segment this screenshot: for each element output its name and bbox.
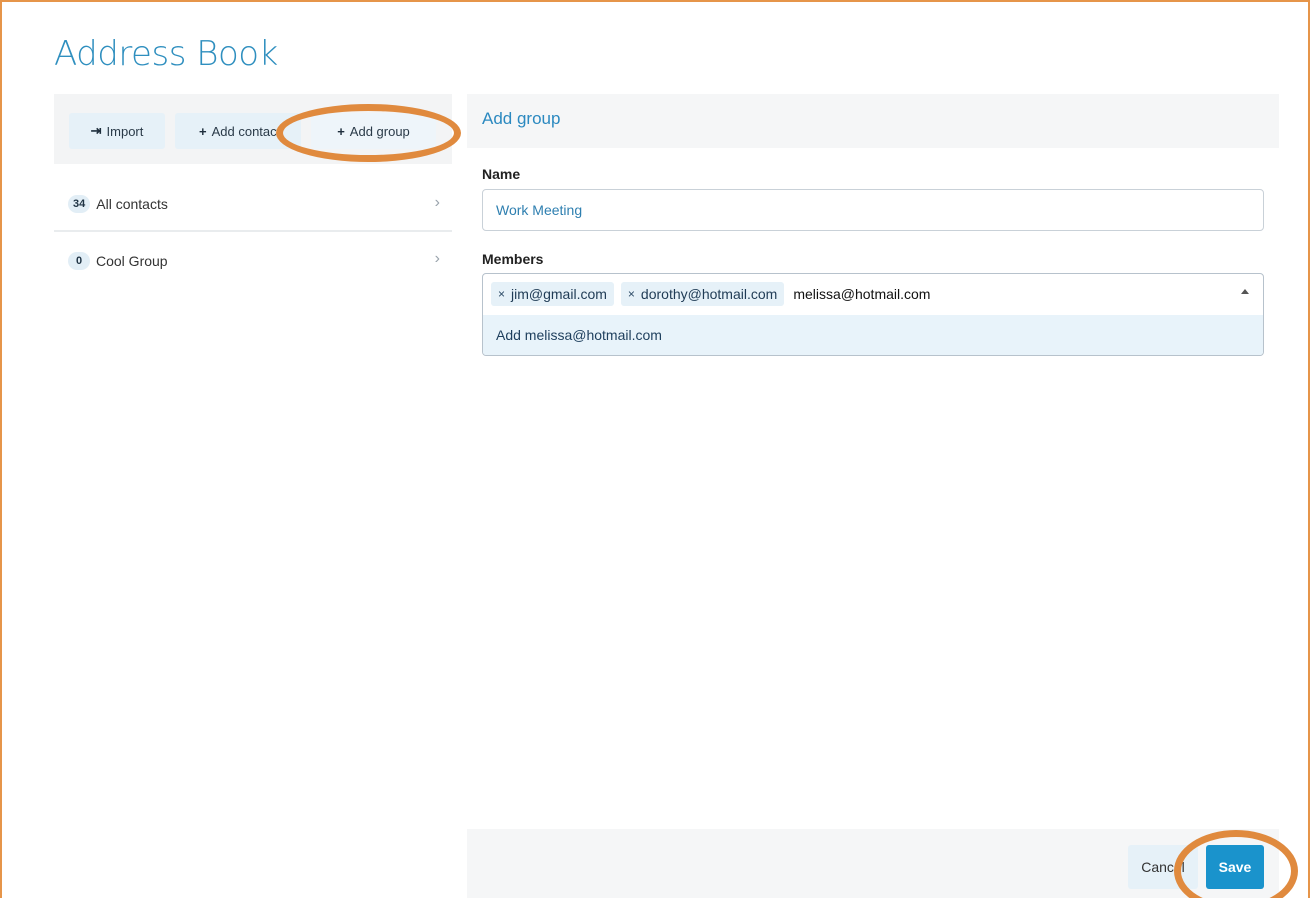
sidebar-item-cool-group[interactable]: 0 Cool Group › (54, 234, 452, 288)
members-tags: × jim@gmail.com × dorothy@hotmail.com me… (483, 274, 1263, 314)
count-badge: 34 (68, 195, 91, 213)
sidebar-item-label: Cool Group (96, 253, 168, 269)
contacts-sidebar: ⇥ Import + Add contact + Add group 34 Al… (54, 94, 452, 898)
member-tag: × dorothy@hotmail.com (620, 282, 785, 306)
remove-tag-icon[interactable]: × (498, 287, 505, 301)
cancel-button[interactable]: Cancel (1128, 845, 1198, 889)
add-contact-button[interactable]: + Add contact (175, 113, 301, 149)
save-button[interactable]: Save (1206, 845, 1264, 889)
chevron-right-icon: › (434, 194, 440, 211)
sign-in-icon: ⇥ (90, 123, 102, 138)
members-field-label: Members (482, 251, 544, 267)
add-member-suggestion[interactable]: Add melissa@hotmail.com (483, 315, 1263, 355)
member-tag-label: dorothy@hotmail.com (640, 286, 778, 302)
member-tag: × jim@gmail.com (491, 282, 614, 306)
remove-tag-icon[interactable]: × (628, 287, 635, 301)
member-tag-label: jim@gmail.com (511, 286, 607, 302)
import-button-label: Import (106, 123, 144, 139)
panel-title: Add group (482, 109, 561, 128)
add-group-panel: Add group Name Members × jim@gmail.com ×… (467, 94, 1279, 898)
members-search-input[interactable]: melissa@hotmail.com (793, 286, 930, 302)
group-list: 34 All contacts › 0 Cool Group › (54, 164, 452, 898)
panel-header: Add group (467, 94, 1279, 148)
add-contact-button-label: Add contact (211, 123, 281, 139)
name-field-label: Name (482, 166, 521, 182)
count-badge: 0 (68, 252, 90, 270)
chevron-right-icon: › (434, 250, 440, 267)
caret-up-icon[interactable] (1241, 289, 1249, 294)
add-group-button-label: Add group (349, 123, 410, 139)
plus-icon: + (337, 123, 345, 139)
members-select[interactable]: × jim@gmail.com × dorothy@hotmail.com me… (482, 273, 1264, 356)
plus-icon: + (199, 123, 207, 139)
sidebar-toolbar: ⇥ Import + Add contact + Add group (54, 94, 452, 164)
page-title: Address Book (54, 34, 278, 74)
panel-footer: Cancel Save (467, 829, 1279, 898)
group-name-input[interactable] (482, 189, 1264, 231)
add-group-button[interactable]: + Add group (311, 113, 436, 149)
import-button[interactable]: ⇥ Import (69, 113, 165, 149)
sidebar-item-label: All contacts (96, 196, 168, 212)
sidebar-item-all-contacts[interactable]: 34 All contacts › (54, 178, 452, 232)
